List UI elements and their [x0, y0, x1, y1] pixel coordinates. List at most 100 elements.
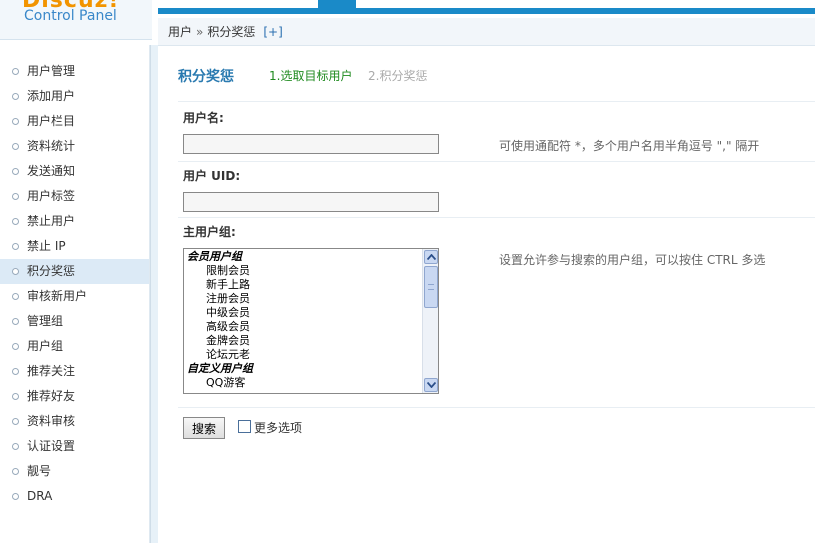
sidebar-item-label: 审核新用户: [27, 289, 88, 303]
bullet-icon: [12, 93, 19, 100]
list-item[interactable]: 新手上路: [184, 278, 422, 292]
sidebar-item-label: 积分奖惩: [27, 264, 76, 278]
sidebar-item-label: 资料统计: [27, 139, 76, 153]
list-item[interactable]: 中级会员: [184, 306, 422, 320]
sidebar-item-label: 推荐好友: [27, 389, 76, 403]
sidebar-item-label: 添加用户: [27, 89, 76, 103]
list-item[interactable]: 注册会员: [184, 292, 422, 306]
sidebar-item-verify-settings[interactable]: 认证设置: [0, 434, 149, 459]
sidebar-item-review-new-users[interactable]: 审核新用户: [0, 284, 149, 309]
divider: [178, 407, 815, 408]
list-item[interactable]: 金牌会员: [184, 334, 422, 348]
sidebar-item-profile-review[interactable]: 资料审核: [0, 409, 149, 434]
list-item[interactable]: 论坛元老: [184, 348, 422, 362]
sidebar-item-user-columns[interactable]: 用户栏目: [0, 109, 149, 134]
sidebar-item-label: DRA: [27, 489, 53, 503]
page-title: 积分奖惩: [178, 69, 234, 85]
sidebar-item-ban-user[interactable]: 禁止用户: [0, 209, 149, 234]
bullet-icon: [12, 118, 19, 125]
user-group-listbox[interactable]: 会员用户组 限制会员 新手上路 注册会员 中级会员 高级会员 金牌会员 论坛元老…: [183, 248, 439, 394]
step-credits-reward: 2.积分奖惩: [368, 69, 428, 83]
sidebar-item-label: 禁止 IP: [27, 239, 66, 253]
list-item[interactable]: QQ游客: [184, 376, 422, 390]
bullet-icon: [12, 443, 19, 450]
sidebar-item-dra[interactable]: DRA: [0, 484, 149, 509]
sidebar-item-recommend-friends[interactable]: 推荐好友: [0, 384, 149, 409]
bullet-icon: [12, 218, 19, 225]
sidebar-item-send-notice[interactable]: 发送通知: [0, 159, 149, 184]
sidebar-item-label: 用户栏目: [27, 114, 76, 128]
username-label: 用户名:: [183, 111, 224, 125]
logo-subtitle: Control Panel: [24, 8, 117, 24]
sidebar-item-recommend-follow[interactable]: 推荐关注: [0, 359, 149, 384]
sidebar-item-label: 用户管理: [27, 64, 76, 78]
sidebar-item-user-management[interactable]: 用户管理: [0, 59, 149, 84]
grip-icon: [428, 284, 434, 290]
sidebar-item-ban-ip[interactable]: 禁止 IP: [0, 234, 149, 259]
section-header: 积分奖惩 1.选取目标用户 2.积分奖惩: [178, 66, 815, 102]
bullet-icon: [12, 268, 19, 275]
breadcrumb-root[interactable]: 用户: [168, 25, 192, 39]
top-nav-bar: [158, 8, 815, 14]
bullet-icon: [12, 193, 19, 200]
divider: [178, 217, 815, 218]
search-button[interactable]: 搜索: [183, 417, 225, 439]
sidebar-item-admin-groups[interactable]: 管理组: [0, 309, 149, 334]
list-item[interactable]: 高级会员: [184, 320, 422, 334]
step-select-users[interactable]: 1.选取目标用户: [269, 67, 352, 84]
username-hint: 可使用通配符 *，多个用户名用半角逗号 "," 隔开: [499, 139, 760, 153]
sidebar-item-label: 推荐关注: [27, 364, 76, 378]
sidebar-divider: [150, 45, 158, 543]
option-group-custom: 自定义用户组: [187, 362, 253, 375]
sidebar-item-label: 靓号: [27, 464, 52, 478]
breadcrumb-current: 积分奖惩: [207, 25, 256, 39]
divider: [178, 161, 815, 162]
sidebar-item-add-user[interactable]: 添加用户: [0, 84, 149, 109]
sidebar-item-label: 用户标签: [27, 189, 76, 203]
chevron-up-icon: [427, 254, 436, 260]
sidebar: 用户管理 添加用户 用户栏目 资料统计 发送通知 用户标签 禁止用户 禁止 IP…: [0, 45, 150, 543]
bullet-icon: [12, 343, 19, 350]
user-group-label: 主用户组:: [183, 225, 236, 239]
sidebar-item-user-groups[interactable]: 用户组: [0, 334, 149, 359]
sidebar-item-user-tags[interactable]: 用户标签: [0, 184, 149, 209]
option-group-member: 会员用户组: [187, 250, 242, 263]
sidebar-item-label: 认证设置: [27, 439, 76, 453]
sidebar-item-pretty-number[interactable]: 靓号: [0, 459, 149, 484]
more-options-checkbox[interactable]: [238, 420, 251, 433]
add-shortcut-link[interactable]: [+]: [263, 25, 282, 39]
sidebar-item-label: 用户组: [27, 339, 64, 353]
bullet-icon: [12, 418, 19, 425]
list-item[interactable]: 限制会员: [184, 264, 422, 278]
sidebar-item-credits-reward[interactable]: 积分奖惩: [0, 259, 149, 284]
bullet-icon: [12, 293, 19, 300]
scroll-down-button[interactable]: [424, 378, 438, 392]
username-input[interactable]: [183, 134, 439, 154]
more-options-label[interactable]: 更多选项: [254, 419, 302, 436]
sidebar-item-label: 发送通知: [27, 164, 76, 178]
bullet-icon: [12, 168, 19, 175]
breadcrumb: 用户 » 积分奖惩 [+]: [158, 18, 815, 46]
scroll-thumb[interactable]: [424, 266, 438, 308]
user-group-options: 会员用户组 限制会员 新手上路 注册会员 中级会员 高级会员 金牌会员 论坛元老…: [184, 250, 422, 390]
breadcrumb-separator: »: [196, 25, 204, 39]
chevron-down-icon: [427, 382, 436, 388]
sidebar-item-label: 禁止用户: [27, 214, 76, 228]
bullet-icon: [12, 143, 19, 150]
bullet-icon: [12, 68, 19, 75]
sidebar-item-profile-stats[interactable]: 资料统计: [0, 134, 149, 159]
scroll-up-button[interactable]: [424, 250, 438, 264]
listbox-scrollbar[interactable]: [422, 249, 438, 393]
sidebar-item-label: 资料审核: [27, 414, 76, 428]
bullet-icon: [12, 493, 19, 500]
top-nav-tab-active[interactable]: [318, 0, 356, 14]
main-content: 积分奖惩 1.选取目标用户 2.积分奖惩 用户名: 可使用通配符 *，多个用户名…: [158, 46, 815, 543]
bullet-icon: [12, 243, 19, 250]
sidebar-item-label: 管理组: [27, 314, 64, 328]
logo: Discuz! Control Panel: [0, 0, 152, 40]
bullet-icon: [12, 368, 19, 375]
uid-label: 用户 UID:: [183, 169, 241, 183]
uid-input[interactable]: [183, 192, 439, 212]
bullet-icon: [12, 468, 19, 475]
bullet-icon: [12, 393, 19, 400]
